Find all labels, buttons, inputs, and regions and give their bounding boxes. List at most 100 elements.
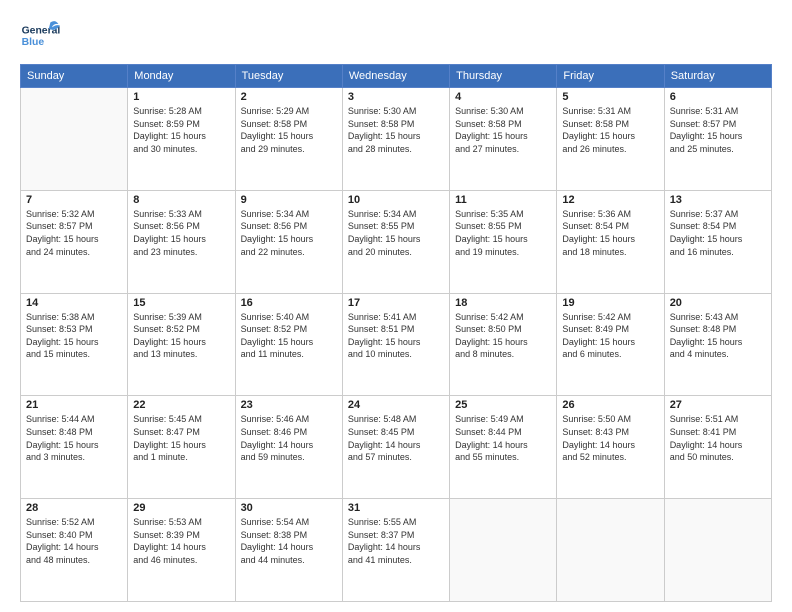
calendar-cell: 5Sunrise: 5:31 AM Sunset: 8:58 PM Daylig…	[557, 88, 664, 191]
calendar-cell: 16 Sunrise: 5:40 AM Sunset: 8:52 PM Dayli…	[235, 293, 342, 396]
day-number: 2	[241, 91, 337, 103]
day-info: Sunrise: 5:55 AM Sunset: 8:37 PM Dayligh…	[348, 516, 444, 566]
calendar-cell: 17 Sunrise: 5:41 AM Sunset: 8:51 PM Dayli…	[342, 293, 449, 396]
day-number: 14	[26, 297, 122, 309]
day-info: Sunrise: 5:31 AM Sunset: 8:58 PM Dayligh…	[562, 105, 658, 155]
day-number: 7	[26, 194, 122, 206]
day-info: Sunrise: 5:41 AM Sunset: 8:51 PM Dayligh…	[348, 311, 444, 361]
day-info: Sunrise: 5:52 AM Sunset: 8:40 PM Dayligh…	[26, 516, 122, 566]
calendar-cell: 4 Sunrise: 5:30 AM Sunset: 8:58 PM Daylig…	[450, 88, 557, 191]
calendar-cell: 19 Sunrise: 5:42 AM Sunset: 8:49 PM Dayli…	[557, 293, 664, 396]
calendar-cell: 31 Sunrise: 5:55 AM Sunset: 8:37 PM Dayli…	[342, 499, 449, 602]
weekday-header-saturday: Saturday	[664, 65, 771, 88]
day-info: Sunrise: 5:50 AM Sunset: 8:43 PM Dayligh…	[562, 413, 658, 463]
calendar-cell: 14 Sunrise: 5:38 AM Sunset: 8:53 PM Dayli…	[21, 293, 128, 396]
day-number: 15	[133, 297, 229, 309]
day-info: Sunrise: 5:34 AM Sunset: 8:55 PM Dayligh…	[348, 208, 444, 258]
calendar-cell: 3Sunrise: 5:30 AM Sunset: 8:58 PM Daylig…	[342, 88, 449, 191]
day-number: 1	[133, 91, 229, 103]
day-number: 19	[562, 297, 658, 309]
day-info: Sunrise: 5:44 AM Sunset: 8:48 PM Dayligh…	[26, 413, 122, 463]
day-number: 6	[670, 91, 766, 103]
day-info: Sunrise: 5:54 AM Sunset: 8:38 PM Dayligh…	[241, 516, 337, 566]
calendar-cell	[664, 499, 771, 602]
day-number: 10	[348, 194, 444, 206]
day-number: 30	[241, 502, 337, 514]
week-row-1: 1 Sunrise: 5:28 AM Sunset: 8:59 PM Daylig…	[21, 88, 772, 191]
calendar-cell: 27Sunrise: 5:51 AM Sunset: 8:41 PM Dayli…	[664, 396, 771, 499]
day-number: 21	[26, 399, 122, 411]
day-info: Sunrise: 5:42 AM Sunset: 8:49 PM Dayligh…	[562, 311, 658, 361]
day-number: 24	[348, 399, 444, 411]
calendar-cell: 2 Sunrise: 5:29 AM Sunset: 8:58 PM Daylig…	[235, 88, 342, 191]
day-info: Sunrise: 5:32 AM Sunset: 8:57 PM Dayligh…	[26, 208, 122, 258]
calendar-cell: 13 Sunrise: 5:37 AM Sunset: 8:54 PM Dayli…	[664, 190, 771, 293]
day-info: Sunrise: 5:36 AM Sunset: 8:54 PM Dayligh…	[562, 208, 658, 258]
day-number: 8	[133, 194, 229, 206]
calendar-cell	[557, 499, 664, 602]
svg-text:Blue: Blue	[22, 37, 45, 48]
day-number: 16	[241, 297, 337, 309]
day-info: Sunrise: 5:46 AM Sunset: 8:46 PM Dayligh…	[241, 413, 337, 463]
calendar-cell: 11 Sunrise: 5:35 AM Sunset: 8:55 PM Dayli…	[450, 190, 557, 293]
day-number: 4	[455, 91, 551, 103]
day-info: Sunrise: 5:38 AM Sunset: 8:53 PM Dayligh…	[26, 311, 122, 361]
calendar-cell: 7 Sunrise: 5:32 AM Sunset: 8:57 PM Daylig…	[21, 190, 128, 293]
day-info: Sunrise: 5:30 AM Sunset: 8:58 PM Dayligh…	[348, 105, 444, 155]
day-info: Sunrise: 5:39 AM Sunset: 8:52 PM Dayligh…	[133, 311, 229, 361]
day-info: Sunrise: 5:28 AM Sunset: 8:59 PM Dayligh…	[133, 105, 229, 155]
calendar-cell: 29Sunrise: 5:53 AM Sunset: 8:39 PM Dayli…	[128, 499, 235, 602]
calendar-cell: 1 Sunrise: 5:28 AM Sunset: 8:59 PM Daylig…	[128, 88, 235, 191]
day-info: Sunrise: 5:35 AM Sunset: 8:55 PM Dayligh…	[455, 208, 551, 258]
calendar-table: SundayMondayTuesdayWednesdayThursdayFrid…	[20, 64, 772, 602]
day-number: 11	[455, 194, 551, 206]
calendar-cell: 10 Sunrise: 5:34 AM Sunset: 8:55 PM Dayli…	[342, 190, 449, 293]
day-number: 23	[241, 399, 337, 411]
header: General Blue	[20, 16, 772, 56]
day-info: Sunrise: 5:31 AM Sunset: 8:57 PM Dayligh…	[670, 105, 766, 155]
day-number: 25	[455, 399, 551, 411]
calendar-cell: 28 Sunrise: 5:52 AM Sunset: 8:40 PM Dayli…	[21, 499, 128, 602]
calendar-cell: 18 Sunrise: 5:42 AM Sunset: 8:50 PM Dayli…	[450, 293, 557, 396]
weekday-header-row: SundayMondayTuesdayWednesdayThursdayFrid…	[21, 65, 772, 88]
day-number: 22	[133, 399, 229, 411]
weekday-header-tuesday: Tuesday	[235, 65, 342, 88]
calendar-cell: 26 Sunrise: 5:50 AM Sunset: 8:43 PM Dayli…	[557, 396, 664, 499]
day-info: Sunrise: 5:48 AM Sunset: 8:45 PM Dayligh…	[348, 413, 444, 463]
logo-icon: General Blue	[20, 16, 60, 56]
day-number: 20	[670, 297, 766, 309]
calendar-cell	[21, 88, 128, 191]
weekday-header-friday: Friday	[557, 65, 664, 88]
calendar-cell: 8Sunrise: 5:33 AM Sunset: 8:56 PM Daylig…	[128, 190, 235, 293]
week-row-2: 7 Sunrise: 5:32 AM Sunset: 8:57 PM Daylig…	[21, 190, 772, 293]
day-info: Sunrise: 5:30 AM Sunset: 8:58 PM Dayligh…	[455, 105, 551, 155]
day-number: 31	[348, 502, 444, 514]
day-info: Sunrise: 5:49 AM Sunset: 8:44 PM Dayligh…	[455, 413, 551, 463]
day-number: 27	[670, 399, 766, 411]
weekday-header-sunday: Sunday	[21, 65, 128, 88]
calendar-cell: 25 Sunrise: 5:49 AM Sunset: 8:44 PM Dayli…	[450, 396, 557, 499]
calendar-cell: 21 Sunrise: 5:44 AM Sunset: 8:48 PM Dayli…	[21, 396, 128, 499]
day-info: Sunrise: 5:42 AM Sunset: 8:50 PM Dayligh…	[455, 311, 551, 361]
day-number: 28	[26, 502, 122, 514]
day-number: 13	[670, 194, 766, 206]
logo: General Blue	[20, 16, 60, 56]
weekday-header-thursday: Thursday	[450, 65, 557, 88]
calendar-cell: 12Sunrise: 5:36 AM Sunset: 8:54 PM Dayli…	[557, 190, 664, 293]
day-number: 9	[241, 194, 337, 206]
week-row-4: 21 Sunrise: 5:44 AM Sunset: 8:48 PM Dayli…	[21, 396, 772, 499]
weekday-header-wednesday: Wednesday	[342, 65, 449, 88]
weekday-header-monday: Monday	[128, 65, 235, 88]
day-info: Sunrise: 5:37 AM Sunset: 8:54 PM Dayligh…	[670, 208, 766, 258]
calendar-cell: 22 Sunrise: 5:45 AM Sunset: 8:47 PM Dayli…	[128, 396, 235, 499]
day-info: Sunrise: 5:40 AM Sunset: 8:52 PM Dayligh…	[241, 311, 337, 361]
calendar-cell: 24 Sunrise: 5:48 AM Sunset: 8:45 PM Dayli…	[342, 396, 449, 499]
calendar-cell: 15 Sunrise: 5:39 AM Sunset: 8:52 PM Dayli…	[128, 293, 235, 396]
day-info: Sunrise: 5:43 AM Sunset: 8:48 PM Dayligh…	[670, 311, 766, 361]
day-number: 18	[455, 297, 551, 309]
day-number: 17	[348, 297, 444, 309]
day-info: Sunrise: 5:45 AM Sunset: 8:47 PM Dayligh…	[133, 413, 229, 463]
day-info: Sunrise: 5:29 AM Sunset: 8:58 PM Dayligh…	[241, 105, 337, 155]
calendar-cell: 23 Sunrise: 5:46 AM Sunset: 8:46 PM Dayli…	[235, 396, 342, 499]
day-number: 26	[562, 399, 658, 411]
